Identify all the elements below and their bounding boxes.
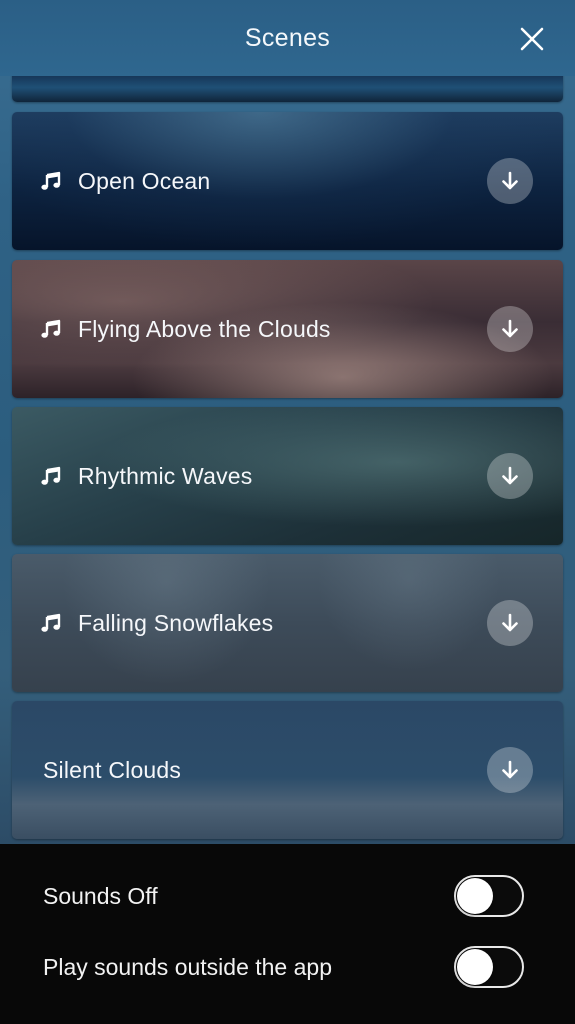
scene-card-partial[interactable] — [12, 76, 563, 102]
download-button[interactable] — [487, 747, 533, 793]
header-bar: Scenes — [0, 0, 575, 76]
download-arrow-icon — [501, 171, 519, 191]
music-note-icon — [40, 465, 62, 487]
scene-title: Falling Snowflakes — [78, 609, 274, 636]
setting-row-sounds-off: Sounds Off — [0, 871, 575, 921]
setting-label: Sounds Off — [43, 882, 158, 909]
setting-label: Play sounds outside the app — [43, 953, 332, 980]
scene-title: Flying Above the Clouds — [78, 315, 331, 342]
download-button[interactable] — [487, 600, 533, 646]
setting-row-play-outside-app: Play sounds outside the app — [0, 942, 575, 992]
sounds-off-toggle[interactable] — [454, 875, 524, 917]
music-note-icon — [40, 170, 62, 192]
scene-title: Rhythmic Waves — [78, 462, 253, 489]
page-title: Scenes — [244, 23, 331, 52]
close-button[interactable] — [519, 26, 545, 52]
scene-list[interactable]: Open Ocean Flying Above the Clouds Rhyth… — [0, 76, 575, 844]
music-note-icon — [40, 612, 62, 634]
scene-title: Open Ocean — [78, 167, 211, 194]
scene-card-open-ocean[interactable]: Open Ocean — [12, 112, 563, 250]
sound-settings-panel: Sounds Off Play sounds outside the app — [0, 844, 575, 1024]
toggle-knob — [457, 949, 493, 985]
scene-title: Silent Clouds — [43, 756, 182, 783]
download-button[interactable] — [487, 158, 533, 204]
scene-card-falling-snowflakes[interactable]: Falling Snowflakes — [12, 554, 563, 692]
scene-card-flying-above-the-clouds[interactable]: Flying Above the Clouds — [12, 260, 563, 398]
music-note-icon — [40, 318, 62, 340]
scene-card-rhythmic-waves[interactable]: Rhythmic Waves — [12, 407, 563, 545]
download-arrow-icon — [501, 613, 519, 633]
scene-card-silent-clouds[interactable]: Silent Clouds — [12, 701, 563, 839]
play-outside-app-toggle[interactable] — [454, 946, 524, 988]
toggle-knob — [457, 878, 493, 914]
download-button[interactable] — [487, 453, 533, 499]
download-button[interactable] — [487, 306, 533, 352]
download-arrow-icon — [501, 319, 519, 339]
download-arrow-icon — [501, 760, 519, 780]
download-arrow-icon — [501, 466, 519, 486]
close-icon — [519, 26, 545, 52]
